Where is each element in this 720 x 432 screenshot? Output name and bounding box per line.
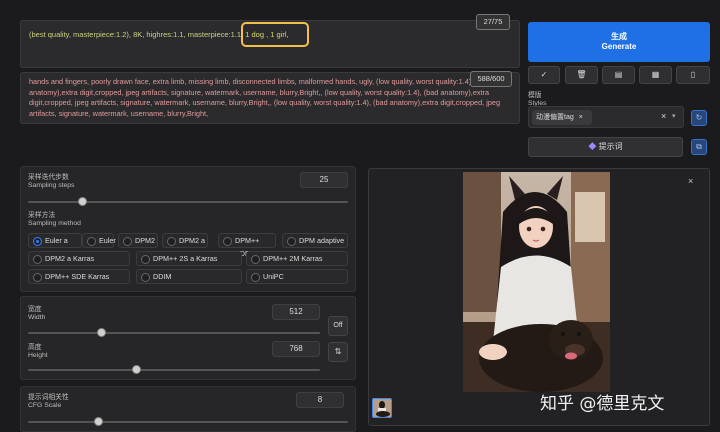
negative-prompt-textarea[interactable]: hands and fingers, poorly drawn face, ex… — [20, 72, 520, 124]
negative-prompt-text: hands and fingers, poorly drawn face, ex… — [29, 77, 501, 118]
refresh-icon: ↻ — [695, 113, 703, 122]
check-button[interactable]: ✓ — [528, 66, 560, 84]
styles-label: 模版 Styles — [528, 92, 547, 107]
cfg-slider[interactable] — [28, 417, 348, 426]
height-label: 高度 Height — [28, 344, 48, 359]
sampling-steps-slider[interactable] — [28, 197, 348, 206]
prompt-text: (best quality, masterpiece:1.2), 8K, hig… — [29, 30, 246, 39]
prompt-helper-label: 提示词 — [598, 142, 623, 151]
chevron-down-icon[interactable]: ▾ — [672, 112, 676, 120]
style-tag-close-icon[interactable]: × — [579, 114, 583, 121]
apply-icon: ⧉ — [696, 142, 702, 151]
sampler-option[interactable]: Euler — [82, 233, 116, 248]
sampler-option[interactable]: DDIM — [136, 269, 242, 284]
height-slider[interactable] — [28, 365, 320, 374]
generate-label-en: Generate — [601, 42, 637, 51]
extra-button[interactable]: ▯ — [676, 66, 710, 84]
panel-icon: ▯ — [690, 70, 696, 79]
height-knob[interactable] — [132, 365, 142, 374]
swap-icon: ⇅ — [334, 347, 342, 356]
generated-image[interactable] — [463, 172, 610, 392]
hires-off-button[interactable]: Off — [328, 316, 348, 336]
image-style-button[interactable]: ▦ — [639, 66, 672, 84]
check-icon: ✓ — [540, 70, 548, 79]
sampler-option[interactable]: Euler a — [28, 233, 82, 248]
sampler-option[interactable]: DPM++ 2S a Karras — [136, 251, 242, 266]
width-label: 宽度 Width — [28, 306, 45, 321]
swap-dimensions-button[interactable]: ⇅ — [328, 342, 348, 362]
trash-icon: 🗑 — [576, 70, 587, 79]
sampling-method-label-cn: 采样方法 — [28, 212, 56, 219]
image-icon: ▦ — [651, 70, 660, 79]
sampler-option[interactable]: DPM++ SDE — [218, 233, 276, 258]
watermark: 知乎 @德里克文 — [540, 394, 665, 414]
cfg-input[interactable]: 8 — [296, 392, 344, 408]
sampler-option[interactable]: DPM++ 2M Karras — [246, 251, 348, 266]
refresh-styles-button[interactable]: ↻ — [691, 110, 707, 126]
trash-button[interactable]: 🗑 — [565, 66, 598, 84]
sampling-method-label-en: Sampling method — [28, 219, 81, 227]
sampler-option[interactable]: UniPC — [246, 269, 348, 284]
sampler-option[interactable]: DPM2 a Karras — [28, 251, 130, 266]
prompt-helper-icon: ◆ — [588, 142, 597, 151]
width-label-en: Width — [28, 313, 46, 321]
prompt-helper-button[interactable]: ◆ 提示词 — [528, 137, 683, 157]
negative-token-counter: 588/600 — [470, 71, 512, 87]
clipboard-icon: ▤ — [614, 70, 623, 79]
clear-styles-icon[interactable]: × — [661, 111, 666, 121]
style-tag-label: 动漫偏置tag — [536, 114, 574, 121]
cfg-label-en: CFG Scale — [28, 401, 62, 409]
styles-label-cn: 模版 — [528, 92, 542, 99]
generate-button[interactable]: 生成 Generate — [528, 22, 710, 62]
style-tag: 动漫偏置tag × — [532, 110, 592, 125]
width-knob[interactable] — [97, 328, 106, 337]
cfg-label: 提示词相关性 CFG Scale — [28, 394, 69, 409]
sampler-option[interactable]: DPM++ SDE Karras — [28, 269, 130, 284]
prompt-highlight-box — [241, 22, 309, 47]
sampling-steps-label-cn: 采样迭代步数 — [28, 174, 69, 181]
gallery-thumbnail[interactable] — [372, 398, 392, 418]
height-label-en: Height — [28, 351, 48, 359]
width-slider[interactable] — [28, 328, 320, 337]
height-input[interactable]: 768 — [272, 341, 320, 357]
clipboard-button[interactable]: ▤ — [602, 66, 635, 84]
close-icon[interactable]: × — [688, 176, 693, 186]
generate-label-cn: 生成 — [611, 32, 627, 41]
width-input[interactable]: 512 — [272, 304, 320, 320]
sampler-option[interactable]: DPM2 a — [162, 233, 208, 248]
sampling-steps-label-en: Sampling steps — [28, 181, 75, 189]
apply-styles-button[interactable]: ⧉ — [691, 139, 707, 155]
sampling-steps-input[interactable]: 25 — [300, 172, 348, 188]
sampling-method-label: 采样方法 Sampling method — [28, 212, 81, 227]
sampler-option[interactable]: DPM adaptive — [282, 233, 348, 248]
cfg-label-cn: 提示词相关性 — [28, 394, 69, 401]
sampling-steps-label: 采样迭代步数 Sampling steps — [28, 174, 74, 189]
width-label-cn: 宽度 — [28, 306, 42, 313]
sampler-option[interactable]: DPM2 — [118, 233, 158, 248]
prompt-token-counter: 27/75 — [476, 14, 510, 30]
styles-select[interactable]: 动漫偏置tag × × ▾ — [528, 106, 684, 128]
height-label-cn: 高度 — [28, 344, 42, 351]
